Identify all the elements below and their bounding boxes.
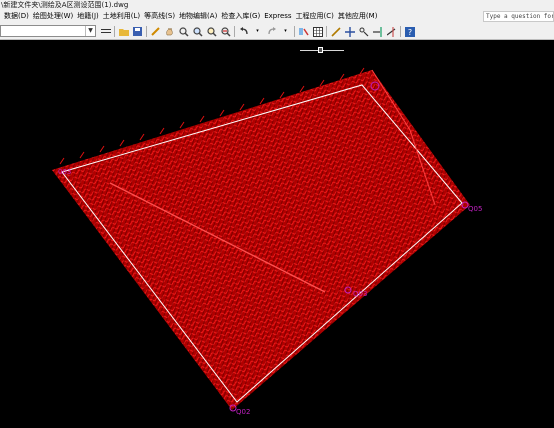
- slider-knob[interactable]: [318, 47, 323, 53]
- viewport-slider[interactable]: [300, 46, 344, 54]
- point-label: 003: [58, 168, 71, 176]
- point-label: Q02: [236, 408, 250, 416]
- point-label: Q05: [468, 205, 482, 213]
- point-label: Q03: [353, 290, 367, 298]
- cad-drawing: 003 Q05 Q03 Q02: [52, 67, 482, 416]
- hatched-area-texture: [52, 70, 470, 410]
